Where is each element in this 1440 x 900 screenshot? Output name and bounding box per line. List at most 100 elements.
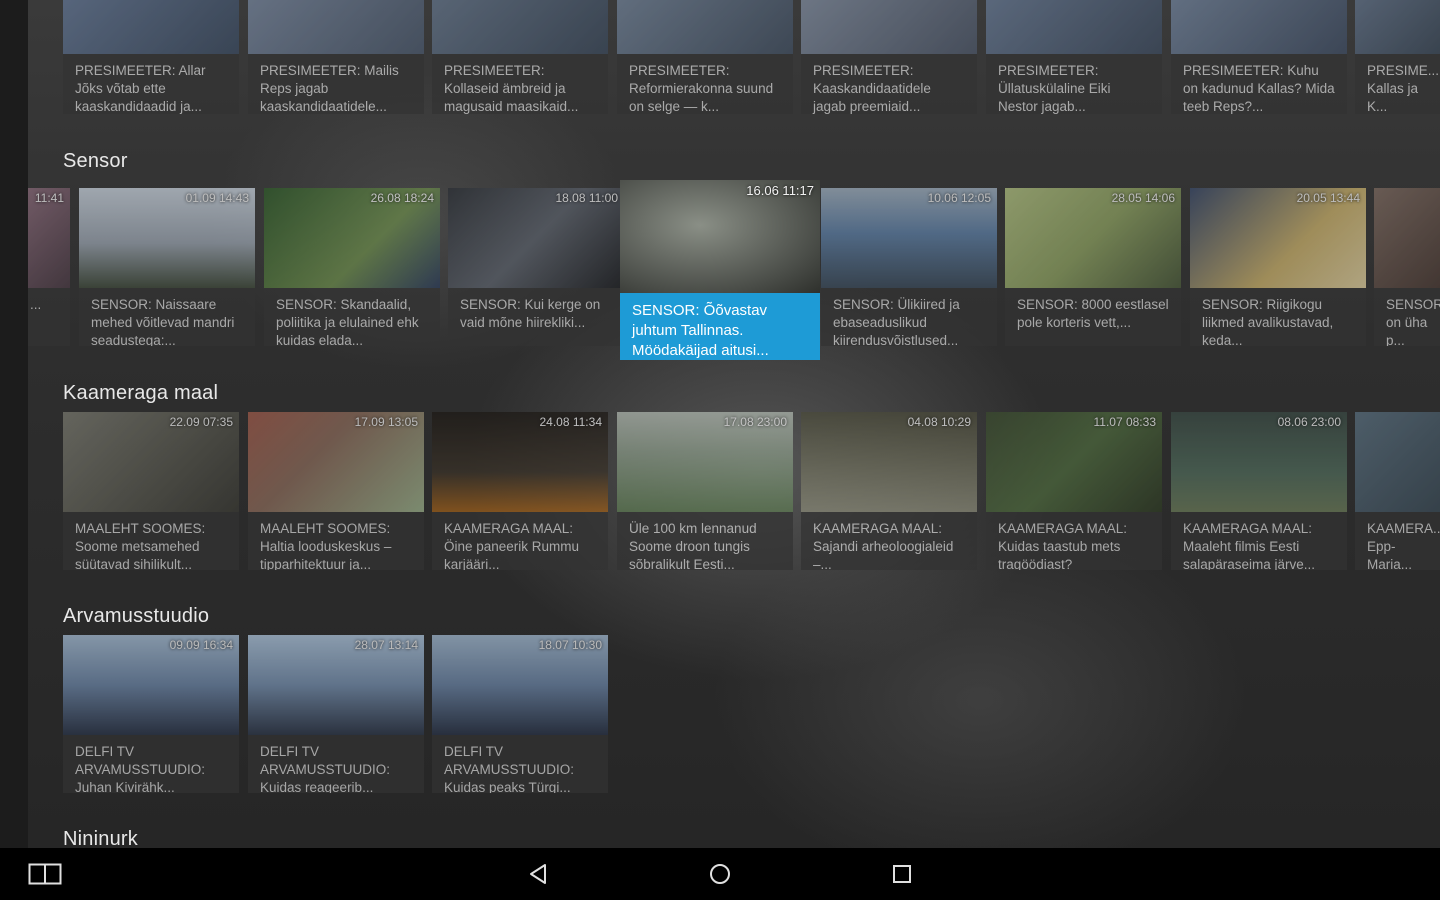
- recents-button[interactable]: [885, 858, 919, 890]
- video-thumbnail: 18.07 10:30: [432, 635, 608, 735]
- video-caption: SENSOR: Skandaalid, poliitika ja elulain…: [264, 288, 440, 346]
- home-button[interactable]: [703, 858, 737, 890]
- video-card[interactable]: PRESIMEETER: Allar Jõks võtab ette kaask…: [63, 0, 239, 114]
- video-card[interactable]: 28.05 14:06 SENSOR: 8000 eestlasel pole …: [1005, 188, 1181, 346]
- video-card-focused[interactable]: 16.06 11:17 SENSOR: Õõvastav juhtum Tall…: [620, 180, 820, 360]
- system-navigation-bar: [0, 848, 1440, 900]
- video-thumbnail: 22.09 07:35: [63, 412, 239, 512]
- row-title: Kaameraga maal: [63, 382, 219, 404]
- video-caption: PRESIMEETER: Reformierakonna suund on se…: [617, 54, 793, 114]
- row-arvamusstuudio: Arvamusstuudio 09.09 16:34 DELFI TV ARVA…: [0, 603, 1440, 803]
- video-card[interactable]: 24.08 11:34 KAAMERAGA MAAL: Öine paneeri…: [432, 412, 608, 570]
- row-sensor: Sensor 11:41 ... 01.09 14:43 SENSOR: Nai…: [0, 140, 1440, 370]
- video-card[interactable]: PRESIMEETER: Üllatuskülaline Eiki Nestor…: [986, 0, 1162, 114]
- video-thumbnail: 28.07 13:14: [248, 635, 424, 735]
- video-card[interactable]: PRESIMEETER: Kaaskandidaatidele jagab pr…: [801, 0, 977, 114]
- video-caption: KAAMERAGA MAAL: Kuidas taastub mets trag…: [986, 512, 1162, 570]
- video-card[interactable]: 01.09 14:43 SENSOR: Naissaare mehed võit…: [79, 188, 255, 346]
- video-card[interactable]: 26.08 18:24 SENSOR: Skandaalid, poliitik…: [264, 188, 440, 346]
- video-time: 26.08 18:24: [370, 191, 434, 205]
- video-thumbnail: [432, 0, 608, 54]
- row-presimeeter: PRESIMEETER: Allar Jõks võtab ette kaask…: [0, 0, 1440, 115]
- video-caption: PRESIMEETER: Kollaseid ämbreid ja magusa…: [432, 54, 608, 114]
- video-card[interactable]: KAAMERA... Epp-Maria... maalib...: [1355, 412, 1440, 570]
- video-card[interactable]: 22.09 07:35 MAALEHT SOOMES: Soome metsam…: [63, 412, 239, 570]
- video-card[interactable]: PRESIMEETER: Reformierakonna suund on se…: [617, 0, 793, 114]
- video-time: 16.06 11:17: [746, 183, 814, 198]
- video-thumbnail: 17.09 13:05: [248, 412, 424, 512]
- video-time: 22.09 07:35: [169, 415, 233, 429]
- video-caption: KAAMERA... Epp-Maria... maalib...: [1355, 512, 1440, 570]
- video-thumbnail: 24.08 11:34: [432, 412, 608, 512]
- video-caption: MAALEHT SOOMES: Haltia looduskeskus – ti…: [248, 512, 424, 570]
- video-caption: Üle 100 km lennanud Soome droon tungis s…: [617, 512, 793, 570]
- video-card[interactable]: 17.09 13:05 MAALEHT SOOMES: Haltia loodu…: [248, 412, 424, 570]
- video-caption: PRESIME... Kallas ja K... valimiste ...: [1355, 54, 1440, 114]
- video-card[interactable]: 28.07 13:14 DELFI TV ARVAMUSSTUUDIO: Kui…: [248, 635, 424, 793]
- video-thumbnail: 11.07 08:33: [986, 412, 1162, 512]
- video-thumbnail: 10.06 12:05: [821, 188, 997, 288]
- video-card[interactable]: PRESIME... Kallas ja K... valimiste ...: [1355, 0, 1440, 114]
- video-time: 01.09 14:43: [185, 191, 249, 205]
- video-thumbnail: [986, 0, 1162, 54]
- row-title: Sensor: [63, 150, 128, 172]
- video-caption: KAAMERAGA MAAL: Maaleht filmis Eesti sal…: [1171, 512, 1347, 570]
- video-card[interactable]: PRESIMEETER: Kuhu on kadunud Kallas? Mid…: [1171, 0, 1347, 114]
- back-button[interactable]: [521, 858, 555, 890]
- video-thumbnail: [1355, 412, 1440, 512]
- video-thumbnail: 08.06 23:00: [1171, 412, 1347, 512]
- video-caption: SENSOR: Kui kerge on vaid mõne hiireklik…: [448, 288, 624, 346]
- video-card[interactable]: 08.06 23:00 KAAMERAGA MAAL: Maaleht film…: [1171, 412, 1347, 570]
- video-card[interactable]: 11.07 08:33 KAAMERAGA MAAL: Kuidas taast…: [986, 412, 1162, 570]
- video-time: 04.08 10:29: [907, 415, 971, 429]
- video-card[interactable]: 09.09 16:34 DELFI TV ARVAMUSSTUUDIO: Juh…: [63, 635, 239, 793]
- video-time: 28.05 14:06: [1111, 191, 1175, 205]
- video-time: 08.06 23:00: [1277, 415, 1341, 429]
- video-time: 11.07 08:33: [1093, 415, 1156, 429]
- video-thumbnail: 01.09 14:43: [79, 188, 255, 288]
- back-triangle-icon: [530, 864, 546, 884]
- video-time: 28.07 13:14: [354, 638, 418, 652]
- video-caption: PRESIMEETER: Üllatuskülaline Eiki Nestor…: [986, 54, 1162, 114]
- home-circle-icon: [710, 864, 730, 884]
- video-card[interactable]: PRESIMEETER: Mailis Reps jagab kaaskandi…: [248, 0, 424, 114]
- video-thumbnail: 20.05 13:44: [1190, 188, 1366, 288]
- video-caption: SENSOR... on üha p... võitluse...: [1374, 288, 1440, 346]
- video-card[interactable]: 10.06 12:05 SENSOR: Ülikiired ja ebasead…: [821, 188, 997, 346]
- video-caption: KAAMERAGA MAAL: Sajandi arheoloogialeid …: [801, 512, 977, 570]
- split-screen-button[interactable]: [28, 858, 62, 890]
- video-caption: SENSOR: 8000 eestlasel pole korteris vet…: [1005, 288, 1181, 346]
- video-caption: DELFI TV ARVAMUSSTUUDIO: Kuidas reageeri…: [248, 735, 424, 793]
- video-thumbnail: 04.08 10:29: [801, 412, 977, 512]
- video-time: 20.05 13:44: [1296, 191, 1360, 205]
- video-thumbnail: [1374, 188, 1440, 288]
- video-caption: SENSOR: Õõvastav juhtum Tallinnas. Mööda…: [620, 293, 820, 360]
- video-caption: PRESIMEETER: Allar Jõks võtab ette kaask…: [63, 54, 239, 114]
- video-card[interactable]: 04.08 10:29 KAAMERAGA MAAL: Sajandi arhe…: [801, 412, 977, 570]
- video-caption: MAALEHT SOOMES: Soome metsamehed süütava…: [63, 512, 239, 570]
- video-time: 10.06 12:05: [927, 191, 991, 205]
- video-card[interactable]: 11:41 ...: [28, 188, 70, 346]
- row-title: Arvamusstuudio: [63, 605, 210, 627]
- video-caption: SENSOR: Riigikogu liikmed avalikustavad,…: [1190, 288, 1366, 346]
- video-thumbnail: [1171, 0, 1347, 54]
- video-thumbnail: 18.08 11:00: [448, 188, 624, 288]
- video-card[interactable]: PRESIMEETER: Kollaseid ämbreid ja magusa…: [432, 0, 608, 114]
- video-thumbnail: [617, 0, 793, 54]
- video-caption: KAAMERAGA MAAL: Öine paneerik Rummu karj…: [432, 512, 608, 570]
- video-time: 09.09 16:34: [169, 638, 233, 652]
- video-card[interactable]: 18.08 11:00 SENSOR: Kui kerge on vaid mõ…: [448, 188, 624, 346]
- video-time: 18.07 10:30: [538, 638, 602, 652]
- video-caption: DELFI TV ARVAMUSSTUUDIO: Juhan Kivirähk.…: [63, 735, 239, 793]
- video-card[interactable]: 17.08 23:00 Üle 100 km lennanud Soome dr…: [617, 412, 793, 570]
- video-caption: SENSOR: Naissaare mehed võitlevad mandri…: [79, 288, 255, 346]
- video-card[interactable]: SENSOR... on üha p... võitluse...: [1374, 188, 1440, 346]
- video-card[interactable]: 18.07 10:30 DELFI TV ARVAMUSSTUUDIO: Kui…: [432, 635, 608, 793]
- video-thumbnail: 17.08 23:00: [617, 412, 793, 512]
- video-thumbnail: 16.06 11:17: [620, 180, 820, 293]
- video-time: 11:41: [34, 191, 64, 205]
- split-screen-icon: [28, 863, 62, 885]
- video-caption: ...: [28, 288, 70, 346]
- video-card[interactable]: 20.05 13:44 SENSOR: Riigikogu liikmed av…: [1190, 188, 1366, 346]
- video-thumbnail: 09.09 16:34: [63, 635, 239, 735]
